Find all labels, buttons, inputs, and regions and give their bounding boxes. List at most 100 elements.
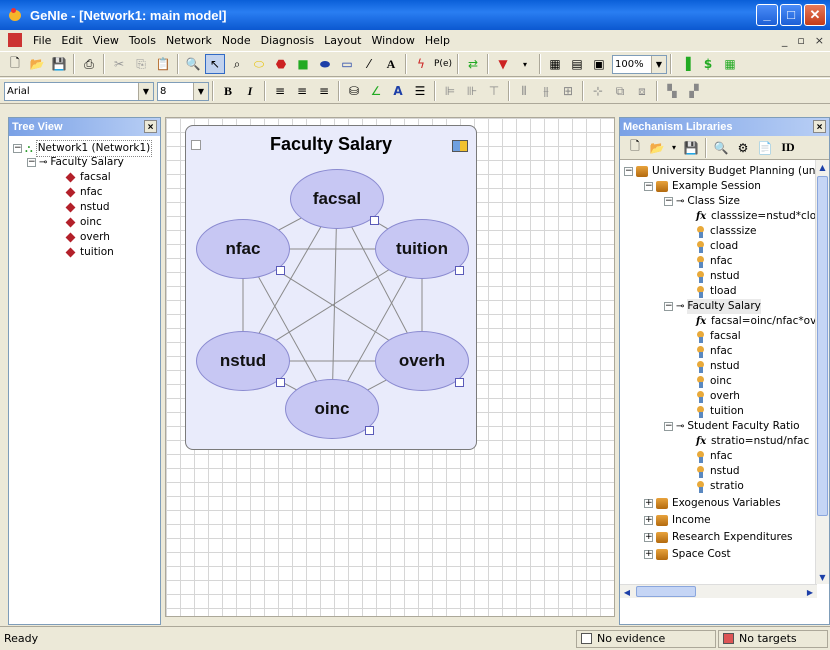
- probability-icon[interactable]: P(e): [433, 54, 453, 74]
- mechanism-formula[interactable]: fx stratio=nstud/nfac: [696, 434, 809, 449]
- menu-layout[interactable]: Layout: [319, 34, 366, 47]
- layout-icon[interactable]: ▦: [545, 54, 565, 74]
- mechanism-item[interactable]: overh: [696, 389, 740, 404]
- new-icon[interactable]: 🗋: [5, 54, 25, 74]
- status-evidence[interactable]: No evidence: [576, 629, 716, 648]
- mechanism-item[interactable]: nstud: [696, 359, 740, 374]
- node-facsal[interactable]: facsal: [290, 169, 384, 229]
- menu-view[interactable]: View: [88, 34, 124, 47]
- mechanism-group[interactable]: − ⊸ Student Faculty Ratio: [664, 419, 800, 434]
- mechanism-item[interactable]: facsal: [696, 329, 741, 344]
- model-canvas[interactable]: Faculty Salary facsal nfac tuition nstud…: [165, 117, 615, 617]
- chevron-down-icon[interactable]: ▼: [816, 570, 829, 584]
- zoom-select[interactable]: 100% ▼: [612, 54, 667, 74]
- mechanism-item[interactable]: nfac: [696, 449, 733, 464]
- close-icon[interactable]: ×: [144, 120, 157, 133]
- decision-node-icon[interactable]: ■: [293, 54, 313, 74]
- maximize-button[interactable]: □: [780, 4, 802, 26]
- filter-icon[interactable]: ▼: [493, 54, 513, 74]
- menu-window[interactable]: Window: [367, 34, 420, 47]
- node-tuition[interactable]: tuition: [375, 219, 469, 279]
- chevron-up-icon[interactable]: ▲: [816, 160, 829, 174]
- paste-icon[interactable]: 📋: [153, 54, 173, 74]
- menu-node[interactable]: Node: [217, 34, 256, 47]
- update-icon[interactable]: ϟ: [411, 54, 431, 74]
- collapse-icon[interactable]: −: [624, 167, 633, 176]
- tree-node-item[interactable]: oinc: [65, 215, 102, 230]
- mechanism-group[interactable]: − ⊸ Class Size: [664, 194, 740, 209]
- mechanism-item[interactable]: nstud: [696, 269, 740, 284]
- mechanism-item[interactable]: stratio: [696, 479, 744, 494]
- chevron-down-icon[interactable]: ▼: [193, 82, 208, 100]
- menu-tools[interactable]: Tools: [124, 34, 161, 47]
- document-icon[interactable]: 📄: [755, 138, 775, 158]
- dollar-icon[interactable]: $: [698, 54, 718, 74]
- deterministic-node-icon[interactable]: ⬣: [271, 54, 291, 74]
- tree-node-item[interactable]: overh: [65, 230, 110, 245]
- align-center-icon[interactable]: ≡: [292, 81, 312, 101]
- align-nodes-top-icon[interactable]: ⊤: [484, 81, 504, 101]
- chevron-left-icon[interactable]: ◀: [620, 585, 634, 600]
- minimize-button[interactable]: _: [756, 4, 778, 26]
- line-width-icon[interactable]: ☰: [410, 81, 430, 101]
- tree-node-submodel[interactable]: − ⊸ Faculty Salary: [27, 155, 124, 170]
- zoom-icon[interactable]: ⌕: [227, 54, 247, 74]
- expand-icon[interactable]: +: [644, 533, 653, 542]
- distribute-vertical-icon[interactable]: ⫵: [536, 81, 556, 101]
- chart-icon[interactable]: ▤: [567, 54, 587, 74]
- align-nodes-center-icon[interactable]: ⊪: [462, 81, 482, 101]
- fill-color-icon[interactable]: ⛁: [344, 81, 364, 101]
- chance-node-icon[interactable]: ⬭: [249, 54, 269, 74]
- mechanism-item[interactable]: nfac: [696, 254, 733, 269]
- find-icon[interactable]: 🔍: [183, 54, 203, 74]
- menu-file[interactable]: File: [28, 34, 56, 47]
- properties-icon[interactable]: ⚙: [733, 138, 753, 158]
- mechanism-item[interactable]: classsize: [696, 224, 756, 239]
- expand-icon[interactable]: +: [644, 550, 653, 559]
- open-icon[interactable]: 📂: [647, 138, 667, 158]
- mechanism-formula[interactable]: fx facsal=oinc/nfac*ov: [696, 314, 816, 329]
- collapse-icon[interactable]: −: [644, 182, 653, 191]
- font-color-icon[interactable]: A: [388, 81, 408, 101]
- open-icon[interactable]: 📂: [27, 54, 47, 74]
- mechanism-root[interactable]: − University Budget Planning (univ: [624, 164, 825, 179]
- same-size-icon[interactable]: ⊞: [558, 81, 578, 101]
- align-right-icon[interactable]: ≡: [314, 81, 334, 101]
- scroll-thumb[interactable]: [817, 176, 828, 516]
- tree-node-item[interactable]: tuition: [65, 245, 114, 260]
- send-back-icon[interactable]: ⧈: [632, 81, 652, 101]
- vertical-scrollbar[interactable]: ▲ ▼: [815, 160, 829, 584]
- collapse-icon[interactable]: −: [27, 158, 36, 167]
- menu-diagnosis[interactable]: Diagnosis: [256, 34, 319, 47]
- document-icon[interactable]: [8, 33, 22, 47]
- id-button[interactable]: ID: [777, 138, 799, 158]
- mechanism-library[interactable]: + Research Expenditures: [644, 530, 793, 545]
- filter-dropdown-icon[interactable]: ▾: [515, 54, 535, 74]
- chevron-down-icon[interactable]: ▼: [138, 82, 153, 100]
- align-left-icon[interactable]: ≡: [270, 81, 290, 101]
- tree-node-item[interactable]: nfac: [65, 185, 103, 200]
- save-icon[interactable]: 💾: [49, 54, 69, 74]
- save-icon[interactable]: 💾: [681, 138, 701, 158]
- status-targets[interactable]: No targets: [718, 629, 828, 648]
- font-select[interactable]: Arial ▼: [4, 81, 154, 101]
- distribute-horizontal-icon[interactable]: ⫴: [514, 81, 534, 101]
- cut-icon[interactable]: ✂: [109, 54, 129, 74]
- mechanism-formula[interactable]: fx classsize=nstud*cloa: [696, 209, 823, 224]
- grid-snap-icon[interactable]: ⊹: [588, 81, 608, 101]
- menu-network[interactable]: Network: [161, 34, 217, 47]
- mdi-close-button[interactable]: ×: [815, 34, 824, 47]
- mechanism-library[interactable]: + Exogenous Variables: [644, 496, 781, 511]
- copy-icon[interactable]: ⎘: [131, 54, 151, 74]
- mechanism-item[interactable]: nstud: [696, 464, 740, 479]
- tree-node-item[interactable]: nstud: [65, 200, 110, 215]
- close-icon[interactable]: ×: [813, 120, 826, 133]
- align-nodes-left-icon[interactable]: ⊫: [440, 81, 460, 101]
- close-button[interactable]: ✕: [804, 4, 826, 26]
- chevron-down-icon[interactable]: ▼: [651, 55, 666, 73]
- bar-chart-icon[interactable]: ▐: [676, 54, 696, 74]
- mechanism-session[interactable]: − Example Session: [644, 179, 761, 194]
- node-overh[interactable]: overh: [375, 331, 469, 391]
- mdi-minimize-button[interactable]: _: [782, 34, 788, 47]
- find-icon[interactable]: 🔍: [711, 138, 731, 158]
